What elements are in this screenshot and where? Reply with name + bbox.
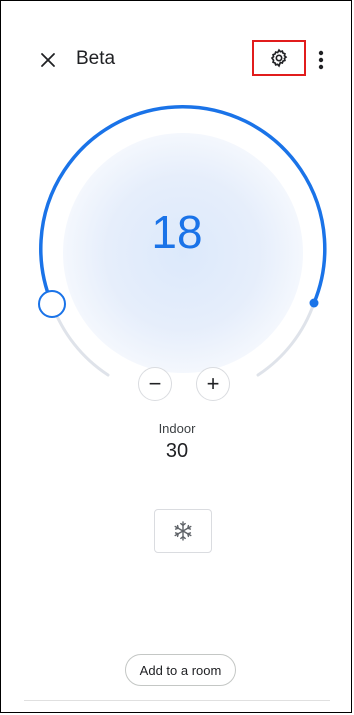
cool-mode-button[interactable] [154,509,212,553]
indoor-temperature: 30 [165,440,189,462]
dial-handle[interactable] [38,290,66,318]
decrease-temperature-button[interactable]: − [138,367,172,401]
indoor-label: Indoor [158,421,196,436]
snowflake-icon [174,521,192,541]
increase-temperature-button[interactable]: + [196,367,230,401]
minus-icon: − [148,371,162,396]
dial-track-right [256,301,316,377]
plus-icon: + [206,371,220,396]
temperature-dial [38,105,327,377]
dial-end-marker [309,298,319,308]
add-to-room-button[interactable]: Add to a room [125,654,236,686]
setpoint-temperature: 18 [151,206,203,258]
bottom-divider [24,700,330,701]
